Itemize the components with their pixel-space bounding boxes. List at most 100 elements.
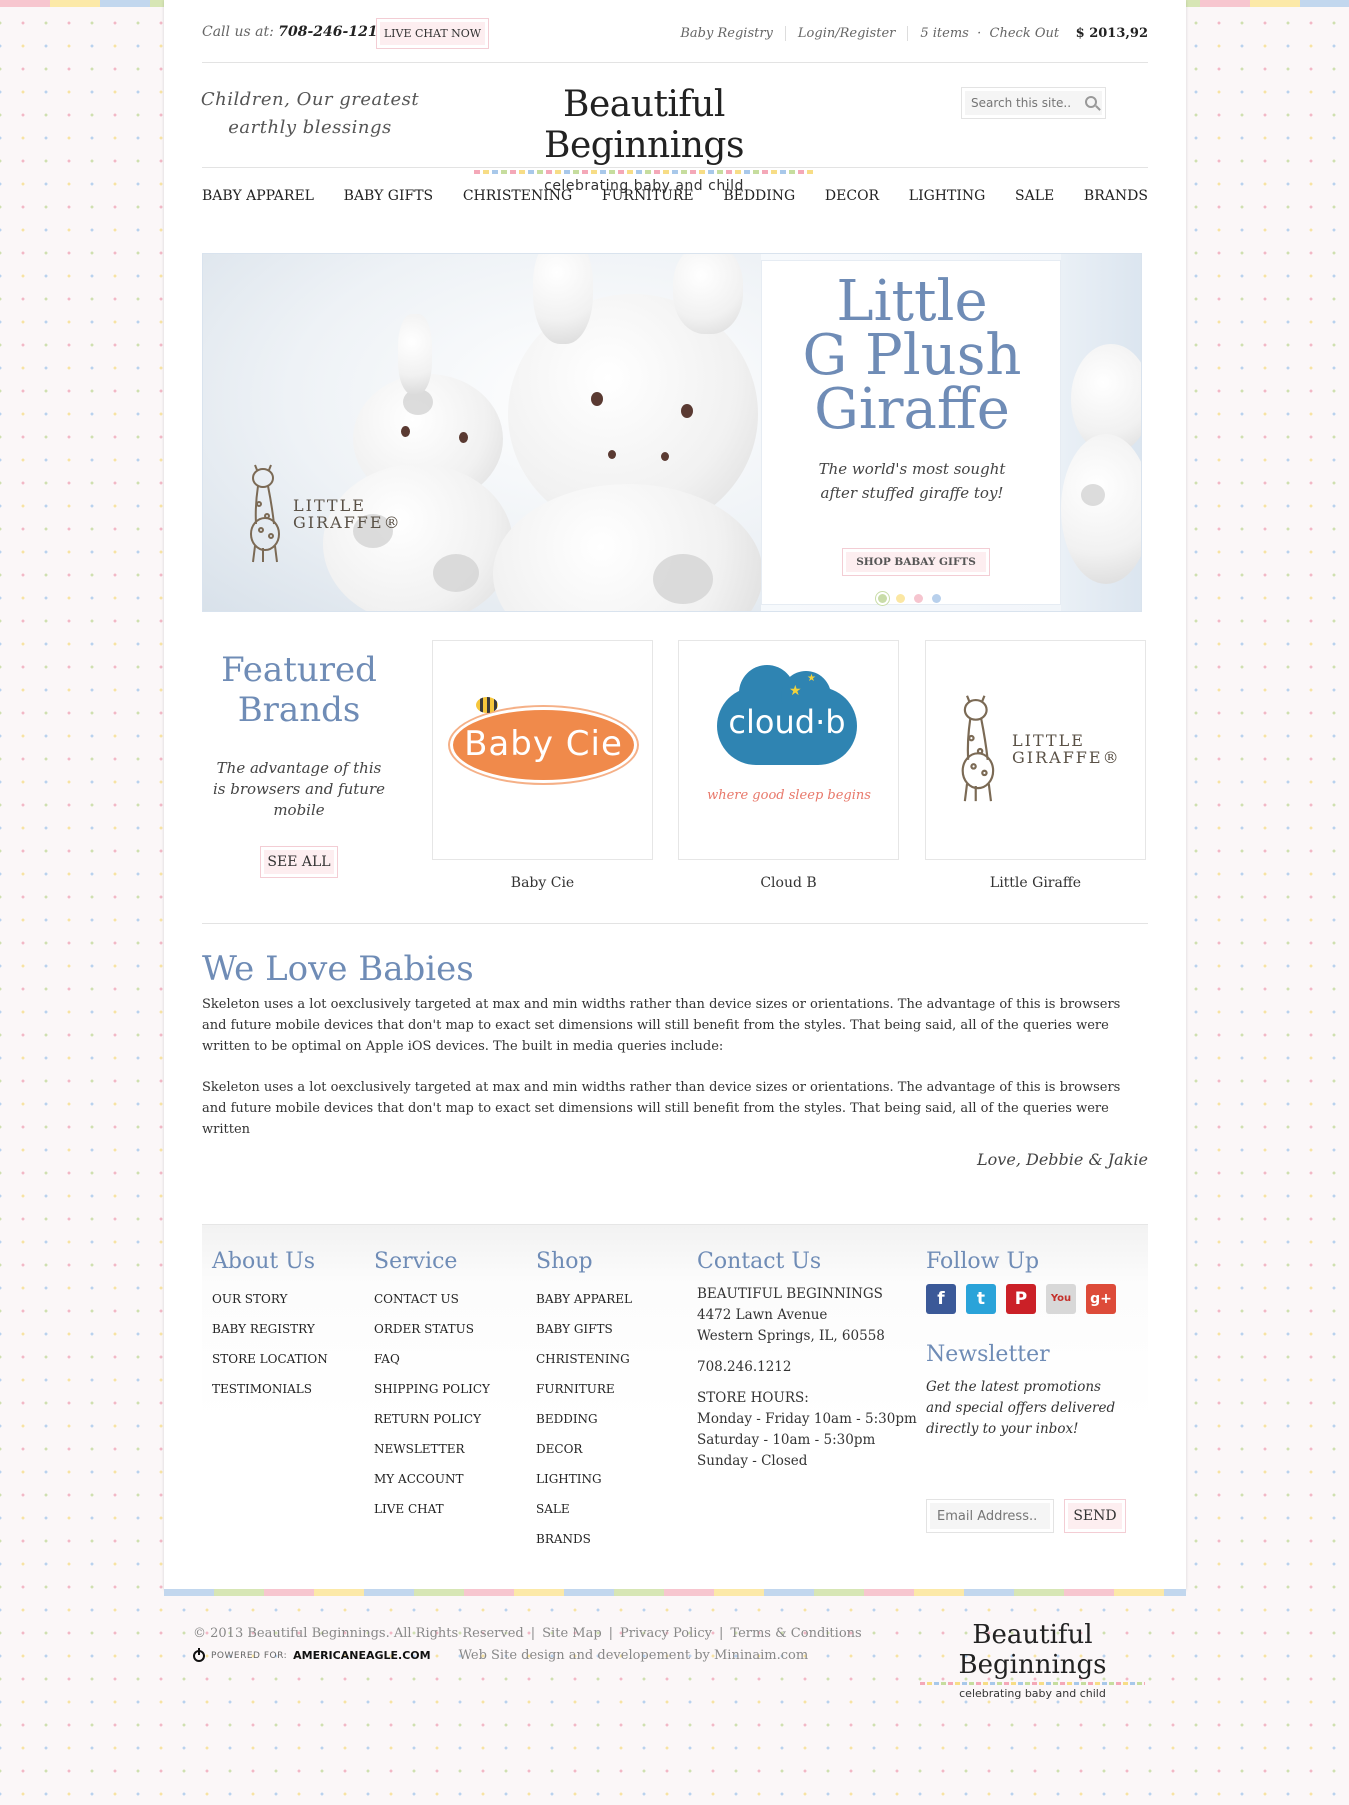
see-all-button[interactable]: SEE ALL bbox=[260, 846, 338, 878]
nav-item-baby-gifts[interactable]: BABY GIFTS bbox=[344, 188, 434, 204]
footer-link[interactable]: NEWSLETTER bbox=[374, 1434, 490, 1464]
powered-by: POWERED FOR: AMERICANEAGLE.COM Web Site … bbox=[193, 1647, 809, 1663]
plush-ear bbox=[398, 314, 432, 394]
page-container: Call us at: 708-246-1212 LIVE CHAT NOW B… bbox=[164, 0, 1186, 1590]
site-logo[interactable]: Beautiful Beginnings celebrating baby an… bbox=[464, 84, 824, 194]
footer-link[interactable]: ORDER STATUS bbox=[374, 1314, 490, 1344]
nav-item-furniture[interactable]: FURNITURE bbox=[602, 188, 694, 204]
pinterest-icon[interactable]: P bbox=[1006, 1284, 1036, 1314]
terms-link[interactable]: Terms & Conditions bbox=[730, 1626, 861, 1641]
top-bar: Call us at: 708-246-1212 LIVE CHAT NOW B… bbox=[202, 18, 1148, 49]
footer-link[interactable]: LIGHTING bbox=[536, 1464, 632, 1494]
site-map-link[interactable]: Site Map bbox=[542, 1626, 602, 1641]
footer-link[interactable]: OUR STORY bbox=[212, 1284, 328, 1314]
phone-number[interactable]: 708-246-1212 bbox=[278, 24, 387, 40]
footer-link[interactable]: RETURN POLICY bbox=[374, 1404, 490, 1434]
hero-title-line-2: G Plush bbox=[802, 323, 1022, 388]
footer-about: About Us OUR STORY BABY REGISTRY STORE L… bbox=[212, 1249, 328, 1404]
brand-caption[interactable]: Cloud B bbox=[678, 875, 899, 891]
store-hours-line: Monday - Friday 10am - 5:30pm bbox=[697, 1411, 917, 1427]
newsletter-text: Get the latest promotions and special of… bbox=[926, 1379, 1116, 1437]
americaneagle-link[interactable]: AMERICANEAGLE.COM bbox=[293, 1649, 430, 1662]
contact-details: BEAUTIFUL BEGINNINGS 4472 Lawn Avenue We… bbox=[697, 1284, 917, 1472]
footer-about-title: About Us bbox=[212, 1249, 316, 1274]
footer-shop-title: Shop bbox=[536, 1249, 593, 1274]
footer-link[interactable]: BABY GIFTS bbox=[536, 1314, 632, 1344]
footer-link[interactable]: FURNITURE bbox=[536, 1374, 632, 1404]
privacy-link[interactable]: Privacy Policy bbox=[620, 1626, 712, 1641]
star-icon: ★ bbox=[807, 673, 816, 684]
shop-baby-gifts-button[interactable]: SHOP BABAY GIFTS bbox=[842, 548, 990, 576]
google-plus-icon[interactable]: g+ bbox=[1086, 1284, 1116, 1314]
brand-caption[interactable]: Baby Cie bbox=[432, 875, 653, 891]
contact-phone[interactable]: 708.246.1212 bbox=[697, 1357, 917, 1378]
footer-link[interactable]: LIVE CHAT bbox=[374, 1494, 490, 1524]
giraffe-icon bbox=[250, 464, 280, 563]
footer-link[interactable]: BABY APPAREL bbox=[536, 1284, 632, 1314]
footer-link[interactable]: FAQ bbox=[374, 1344, 490, 1374]
facebook-icon[interactable]: f bbox=[926, 1284, 956, 1314]
plush-eye bbox=[591, 392, 603, 406]
baby-registry-link[interactable]: Baby Registry bbox=[668, 26, 786, 41]
search-icon[interactable] bbox=[1085, 96, 1097, 108]
baby-cie-logo: Baby Cie bbox=[450, 707, 637, 783]
copyright-text: © 2013 Beautiful Beginnings. All Rights … bbox=[193, 1626, 524, 1641]
footer-link[interactable]: BEDDING bbox=[536, 1404, 632, 1434]
hero-blurb: The world's most sought after stuffed gi… bbox=[818, 460, 1006, 502]
footer-logo-subtitle: celebrating baby and child bbox=[959, 1687, 1106, 1700]
newsletter-title: Newsletter bbox=[926, 1342, 1050, 1367]
contact-company: BEAUTIFUL BEGINNINGS bbox=[697, 1286, 883, 1302]
brand-card-baby-cie[interactable]: Baby Cie bbox=[432, 640, 653, 860]
footer-link[interactable]: BABY REGISTRY bbox=[212, 1314, 328, 1344]
next-slide-peek[interactable] bbox=[1061, 254, 1141, 611]
design-credit[interactable]: Web Site design and developement by Mini… bbox=[459, 1648, 809, 1663]
youtube-icon[interactable]: You bbox=[1046, 1284, 1076, 1314]
nav-item-brands[interactable]: BRANDS bbox=[1084, 188, 1148, 204]
newsletter-email-input[interactable] bbox=[926, 1499, 1054, 1533]
footer-link[interactable]: TESTIMONIALS bbox=[212, 1374, 328, 1404]
hero-title-line-1: Little bbox=[836, 269, 988, 334]
brand-caption[interactable]: Little Giraffe bbox=[925, 875, 1146, 891]
footer-link[interactable]: BRANDS bbox=[536, 1524, 632, 1554]
plush-spot bbox=[653, 554, 713, 604]
header-tagline: Children, Our greatest earthly blessings bbox=[200, 89, 420, 138]
footer-link[interactable]: SHIPPING POLICY bbox=[374, 1374, 490, 1404]
logo-text: LITTLE GIRAFFE® bbox=[1012, 732, 1121, 766]
nav-item-bedding[interactable]: BEDDING bbox=[723, 188, 795, 204]
footer-link[interactable]: SALE bbox=[536, 1494, 632, 1524]
slider-dot-2[interactable] bbox=[896, 594, 905, 603]
giraffe-icon bbox=[961, 695, 995, 802]
brand-card-little-giraffe[interactable]: LITTLE GIRAFFE® bbox=[925, 640, 1146, 860]
checkout-link[interactable]: Check Out bbox=[990, 26, 1060, 41]
slider-dot-3[interactable] bbox=[914, 594, 923, 603]
plush-eye bbox=[681, 404, 693, 418]
footer-link[interactable]: STORE LOCATION bbox=[212, 1344, 328, 1374]
footer-logo[interactable]: Beautiful Beginnings celebrating baby an… bbox=[910, 1620, 1155, 1700]
nav-item-lighting[interactable]: LIGHTING bbox=[909, 188, 986, 204]
footer-link[interactable]: DECOR bbox=[536, 1434, 632, 1464]
live-chat-button[interactable]: LIVE CHAT NOW bbox=[376, 18, 489, 49]
plush-nostril bbox=[661, 452, 669, 461]
footer-link[interactable]: CONTACT US bbox=[374, 1284, 490, 1314]
nav-item-sale[interactable]: SALE bbox=[1015, 188, 1054, 204]
hero-plush-photo: LITTLE GIRAFFE® bbox=[203, 254, 763, 611]
nav-item-baby-apparel[interactable]: BABY APPAREL bbox=[202, 188, 314, 204]
footer-link[interactable]: MY ACCOUNT bbox=[374, 1464, 490, 1494]
login-register-link[interactable]: Login/Register bbox=[786, 26, 909, 41]
hero-slider: LITTLE GIRAFFE® Little G Plush Giraffe T… bbox=[202, 253, 1142, 612]
slider-dot-1[interactable] bbox=[878, 594, 887, 603]
nav-item-christening[interactable]: CHRISTENING bbox=[463, 188, 572, 204]
footer-logo-dots bbox=[920, 1682, 1145, 1685]
slider-dot-4[interactable] bbox=[932, 594, 941, 603]
plush-body-large bbox=[493, 484, 763, 611]
footer-link[interactable]: CHRISTENING bbox=[536, 1344, 632, 1374]
cart-items-link[interactable]: 5 items bbox=[920, 26, 968, 41]
logo-line-1: LITTLE bbox=[1012, 731, 1085, 750]
twitter-icon[interactable]: t bbox=[966, 1284, 996, 1314]
call-label: Call us at: bbox=[202, 24, 274, 40]
search-input[interactable] bbox=[962, 88, 1077, 118]
bee-icon bbox=[476, 697, 498, 713]
newsletter-send-button[interactable]: SEND bbox=[1064, 1499, 1126, 1533]
nav-item-decor[interactable]: DECOR bbox=[825, 188, 879, 204]
brand-card-cloud-b[interactable]: cloud·b ★ ★ where good sleep begins bbox=[678, 640, 899, 860]
